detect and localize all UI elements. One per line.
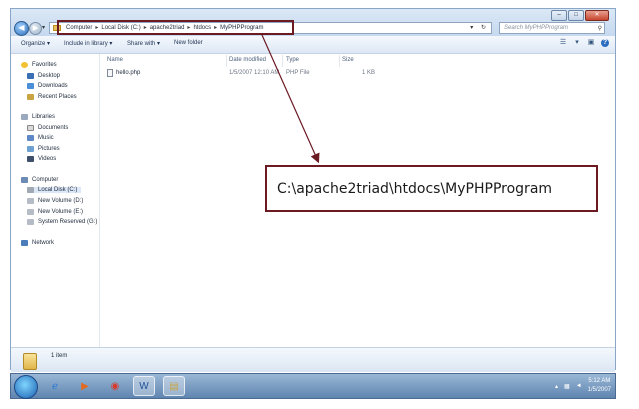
- path-callout: C:\apache2triad\htdocs\MyPHPProgram: [265, 165, 598, 212]
